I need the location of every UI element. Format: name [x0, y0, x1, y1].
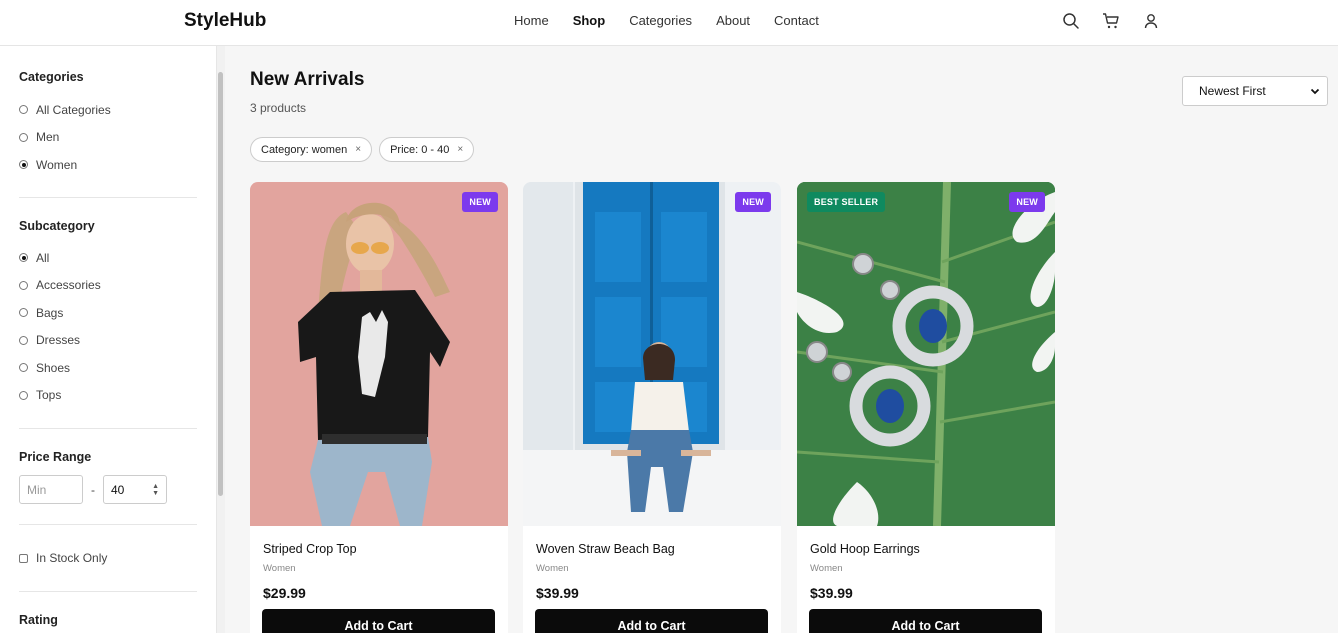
radio-button[interactable] — [19, 335, 28, 345]
active-filters: Category: women × Price: 0 - 40 × — [250, 137, 475, 162]
rating-filter: Rating — [19, 613, 197, 627]
chip-label: Price: 0 - 40 — [390, 143, 450, 156]
radio-button[interactable] — [19, 363, 28, 373]
header-actions — [1062, 12, 1162, 32]
product-price: $39.99 — [810, 585, 853, 601]
divider — [19, 524, 197, 525]
option-label: Bags — [36, 305, 64, 320]
product-card[interactable]: NEW Striped Crop Top Women $29.99 Add to… — [250, 182, 508, 633]
price-max-input[interactable]: 40 ▲ ▼ — [103, 475, 167, 504]
price-min-input[interactable]: Min — [19, 475, 83, 504]
product-image[interactable] — [797, 182, 1055, 526]
option-label: Dresses — [36, 333, 81, 348]
radio-button[interactable] — [19, 105, 28, 115]
product-card[interactable]: BEST SELLER NEW Gold Hoop Earrings Women… — [797, 182, 1055, 633]
logo[interactable]: StyleHub — [184, 10, 266, 32]
subcategory-title: Subcategory — [19, 219, 95, 233]
category-option-women[interactable]: Women — [19, 151, 197, 179]
add-to-cart-button[interactable]: Add to Cart — [535, 609, 768, 633]
scrollbar-thumb[interactable] — [218, 72, 223, 496]
divider — [19, 591, 197, 592]
filter-chip-category[interactable]: Category: women × — [250, 137, 373, 162]
nav-categories[interactable]: Categories — [629, 13, 692, 28]
product-name[interactable]: Striped Crop Top — [263, 542, 357, 556]
radio-button[interactable] — [19, 308, 28, 318]
top-header: StyleHub Home Shop Categories About Cont… — [0, 0, 1338, 46]
nav-about[interactable]: About — [716, 13, 750, 28]
new-badge: NEW — [735, 192, 771, 212]
subcategory-filter: Subcategory All Accessories Bags Dresses… — [19, 219, 197, 409]
filter-sidebar: Categories All Categories Men Women Subc… — [0, 46, 217, 633]
product-category: Women — [810, 563, 843, 574]
filter-chip-price[interactable]: Price: 0 - 40 × — [379, 137, 475, 162]
subcategory-option-accessories[interactable]: Accessories — [19, 272, 197, 300]
option-label: Accessories — [36, 278, 101, 293]
radio-button[interactable] — [19, 253, 28, 263]
category-option-men[interactable]: Men — [19, 124, 197, 152]
radio-button[interactable] — [19, 132, 28, 142]
nav-shop[interactable]: Shop — [573, 13, 606, 28]
close-icon[interactable]: × — [457, 144, 463, 155]
main-nav: Home Shop Categories About Contact — [514, 13, 843, 28]
stepper-icon[interactable]: ▲ ▼ — [152, 483, 159, 497]
cart-icon[interactable] — [1102, 12, 1122, 32]
product-image[interactable] — [250, 182, 508, 526]
option-label: Women — [36, 157, 78, 172]
checkbox[interactable] — [19, 553, 28, 563]
product-name[interactable]: Gold Hoop Earrings — [810, 542, 920, 556]
price-filter: Price Range Min - 40 ▲ ▼ — [19, 450, 197, 504]
chevron-down-icon — [1310, 88, 1320, 95]
stock-filter: In Stock Only — [19, 551, 197, 565]
user-icon[interactable] — [1142, 12, 1162, 32]
category-option-all[interactable]: All Categories — [19, 96, 197, 124]
checkbox-label: In Stock Only — [36, 551, 108, 565]
rating-title: Rating — [19, 613, 58, 627]
divider — [19, 428, 197, 429]
categories-title: Categories — [19, 70, 84, 84]
nav-contact[interactable]: Contact — [774, 13, 819, 28]
subcategory-option-all[interactable]: All — [19, 244, 197, 272]
divider — [19, 197, 197, 198]
option-label: Men — [36, 130, 60, 145]
product-image[interactable] — [523, 182, 781, 526]
sort-select[interactable]: Newest First — [1182, 76, 1328, 106]
product-name[interactable]: Woven Straw Beach Bag — [536, 542, 675, 556]
product-count: 3 products — [250, 101, 307, 115]
product-price: $39.99 — [536, 585, 579, 601]
new-badge: NEW — [462, 192, 498, 212]
option-label: All — [36, 250, 50, 265]
product-card[interactable]: NEW Woven Straw Beach Bag Women $39.99 A… — [523, 182, 781, 633]
option-label: All Categories — [36, 102, 111, 117]
search-icon[interactable] — [1062, 12, 1082, 32]
nav-home[interactable]: Home — [514, 13, 549, 28]
add-to-cart-button[interactable]: Add to Cart — [809, 609, 1042, 633]
chip-label: Category: women — [261, 143, 348, 156]
product-category: Women — [536, 563, 569, 574]
radio-button[interactable] — [19, 390, 28, 400]
price-max-value: 40 — [111, 482, 125, 497]
page-title: New Arrivals — [250, 69, 365, 90]
sidebar-scrollbar[interactable] — [217, 46, 225, 633]
option-label: Shoes — [36, 360, 71, 375]
price-separator: - — [91, 482, 95, 497]
subcategory-option-dresses[interactable]: Dresses — [19, 327, 197, 355]
in-stock-checkbox[interactable]: In Stock Only — [19, 551, 197, 565]
sort-selected-value: Newest First — [1199, 84, 1266, 98]
product-price: $29.99 — [263, 585, 306, 601]
add-to-cart-button[interactable]: Add to Cart — [262, 609, 495, 633]
subcategory-option-shoes[interactable]: Shoes — [19, 354, 197, 382]
option-label: Tops — [36, 388, 62, 403]
radio-button[interactable] — [19, 280, 28, 290]
subcategory-option-bags[interactable]: Bags — [19, 299, 197, 327]
close-icon[interactable]: × — [355, 144, 361, 155]
new-badge: NEW — [1009, 192, 1045, 212]
categories-filter: Categories All Categories Men Women — [19, 70, 197, 179]
best-seller-badge: BEST SELLER — [807, 192, 886, 212]
radio-button[interactable] — [19, 160, 28, 170]
subcategory-option-tops[interactable]: Tops — [19, 382, 197, 410]
price-title: Price Range — [19, 450, 92, 464]
product-category: Women — [263, 563, 296, 574]
